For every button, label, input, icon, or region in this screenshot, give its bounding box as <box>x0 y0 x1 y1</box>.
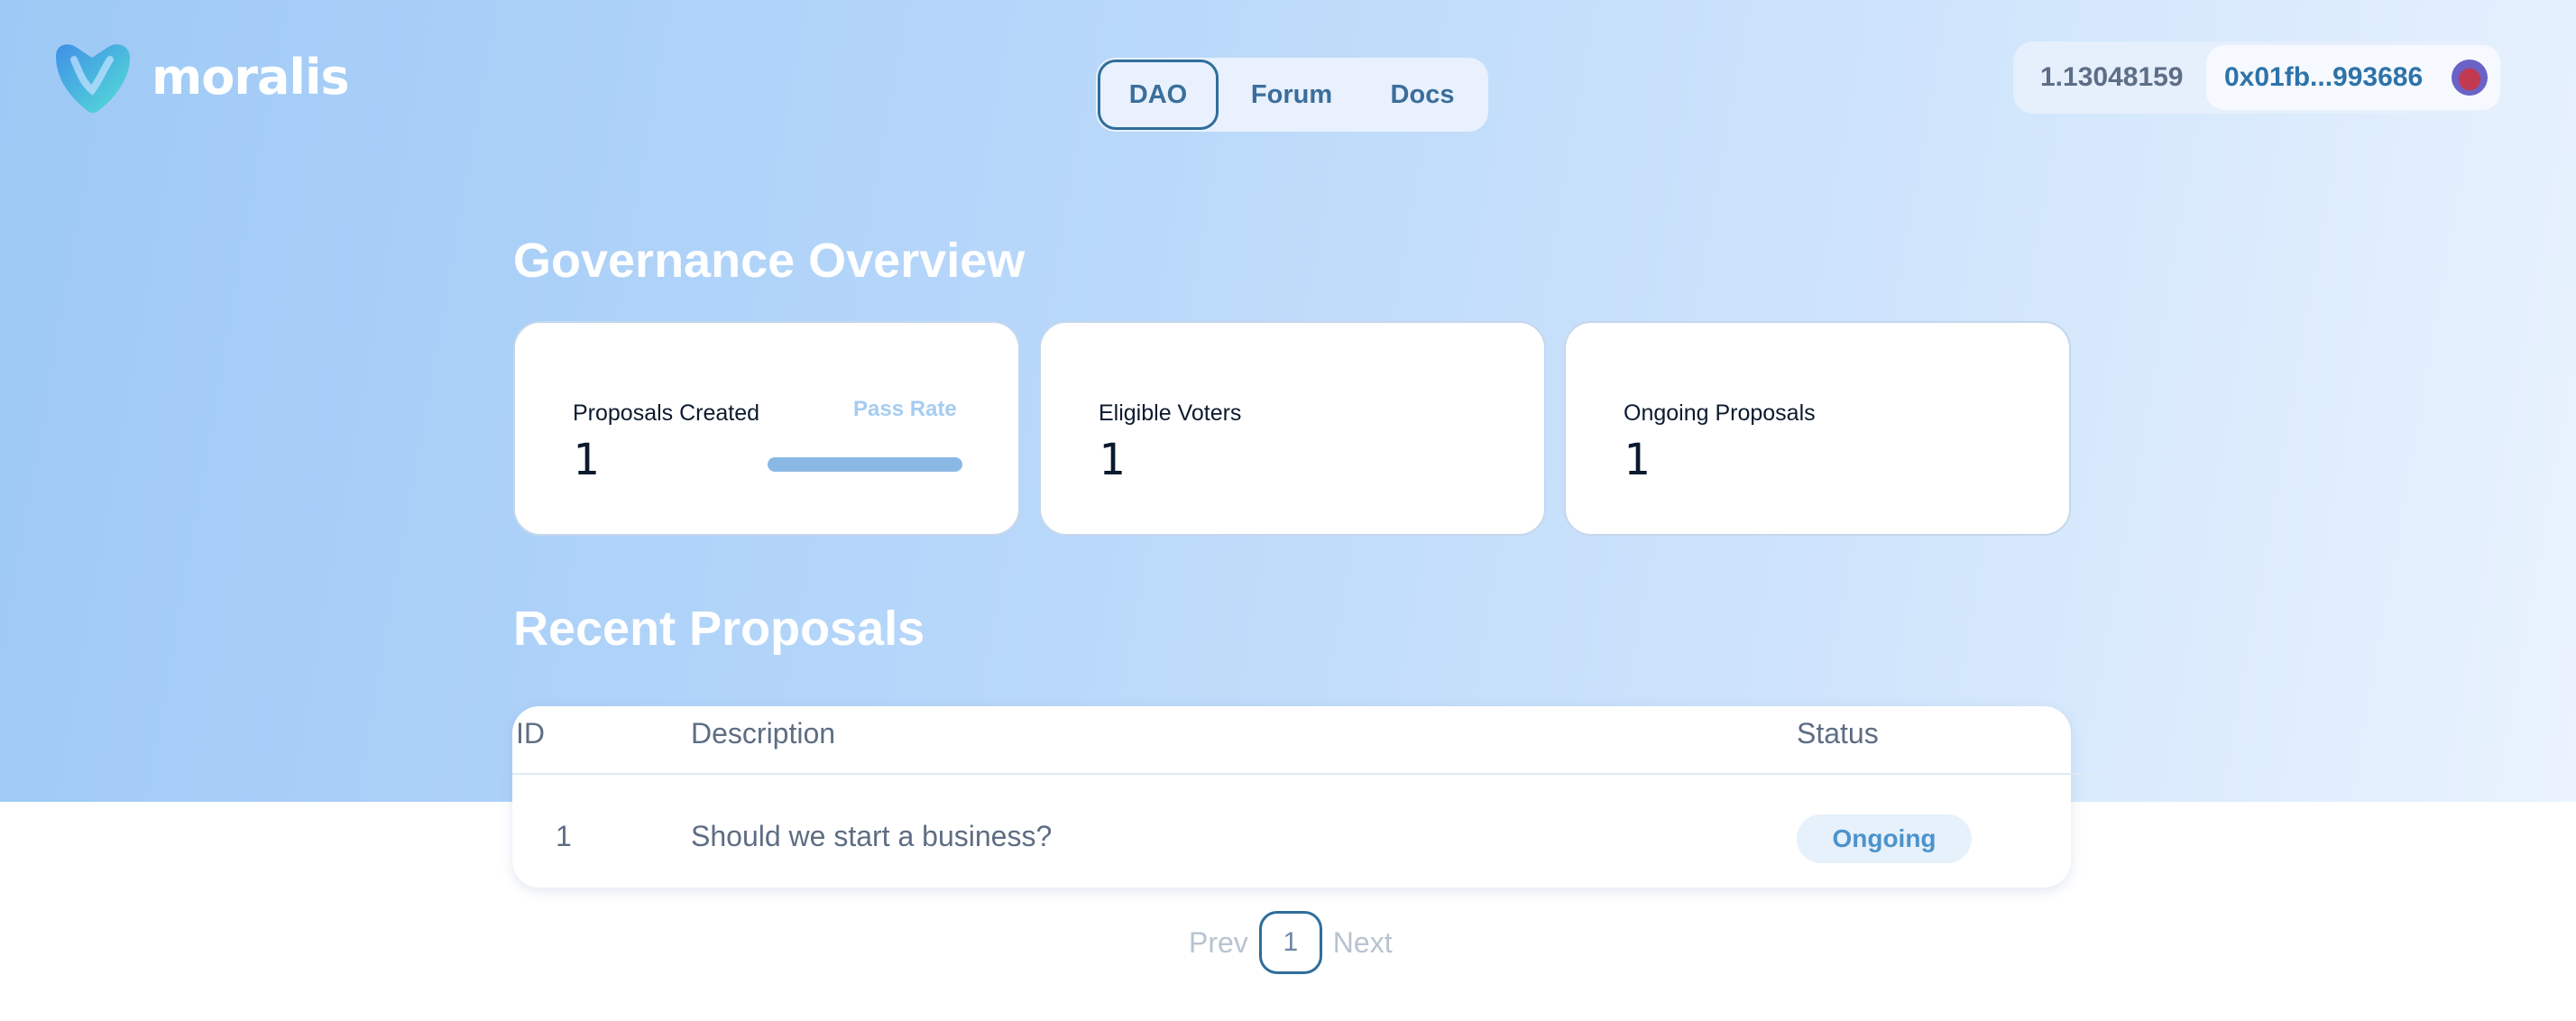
status-badge: Ongoing <box>1797 814 1972 863</box>
top-nav: DAO Forum Docs <box>1096 58 1488 132</box>
proposal-description[interactable]: Should we start a business? <box>691 820 1052 853</box>
prev-page-button[interactable]: Prev <box>1189 926 1248 960</box>
page-number-button[interactable]: 1 <box>1258 911 1322 974</box>
stat-value: 1 <box>1624 435 1650 485</box>
recent-proposals-title: Recent Proposals <box>513 602 925 656</box>
proposal-id: 1 <box>556 820 572 852</box>
wallet-address: 0x01fb...993686 <box>2224 62 2424 92</box>
table-divider <box>512 773 2107 775</box>
proposals-table: ID Description Status 1 Should we start … <box>512 706 2107 888</box>
nav-tab-docs[interactable]: Docs <box>1365 60 1480 130</box>
stat-value: 1 <box>573 435 599 485</box>
pass-rate-bar <box>768 457 962 472</box>
stat-label: Ongoing Proposals <box>1624 400 1816 426</box>
stat-label: Eligible Voters <box>1099 400 1242 426</box>
stat-label: Proposals Created <box>573 400 760 426</box>
moralis-heart-logo-icon <box>56 44 130 114</box>
brand-logo[interactable]: moralis <box>47 40 350 114</box>
column-header-description: Description <box>691 717 836 750</box>
wallet-balance: 1.13048159 <box>2040 62 2184 92</box>
stat-card-eligible-voters: Eligible Voters 1 <box>1039 321 1546 536</box>
pass-rate-label: Pass Rate <box>853 397 957 421</box>
governance-overview-title: Governance Overview <box>513 234 1026 288</box>
stat-card-proposals-created: Proposals Created 1 Pass Rate <box>513 321 1020 536</box>
brand-name: moralis <box>152 48 350 106</box>
wallet-address-button[interactable]: 0x01fb...993686 <box>2206 45 2500 110</box>
stat-card-ongoing-proposals: Ongoing Proposals 1 <box>1564 321 2071 536</box>
nav-tab-dao[interactable]: DAO <box>1098 60 1219 130</box>
account-widget: 1.13048159 0x01fb...993686 <box>2013 41 2504 114</box>
pass-rate-bar-fill <box>768 457 962 472</box>
wallet-avatar-icon <box>2452 60 2488 96</box>
pagination: Prev 1 Next <box>1189 911 1393 974</box>
next-page-button[interactable]: Next <box>1333 926 1393 960</box>
stat-value: 1 <box>1099 435 1125 485</box>
nav-tab-forum[interactable]: Forum <box>1219 60 1365 130</box>
column-header-status: Status <box>1797 717 1879 750</box>
column-header-id: ID <box>516 717 545 750</box>
